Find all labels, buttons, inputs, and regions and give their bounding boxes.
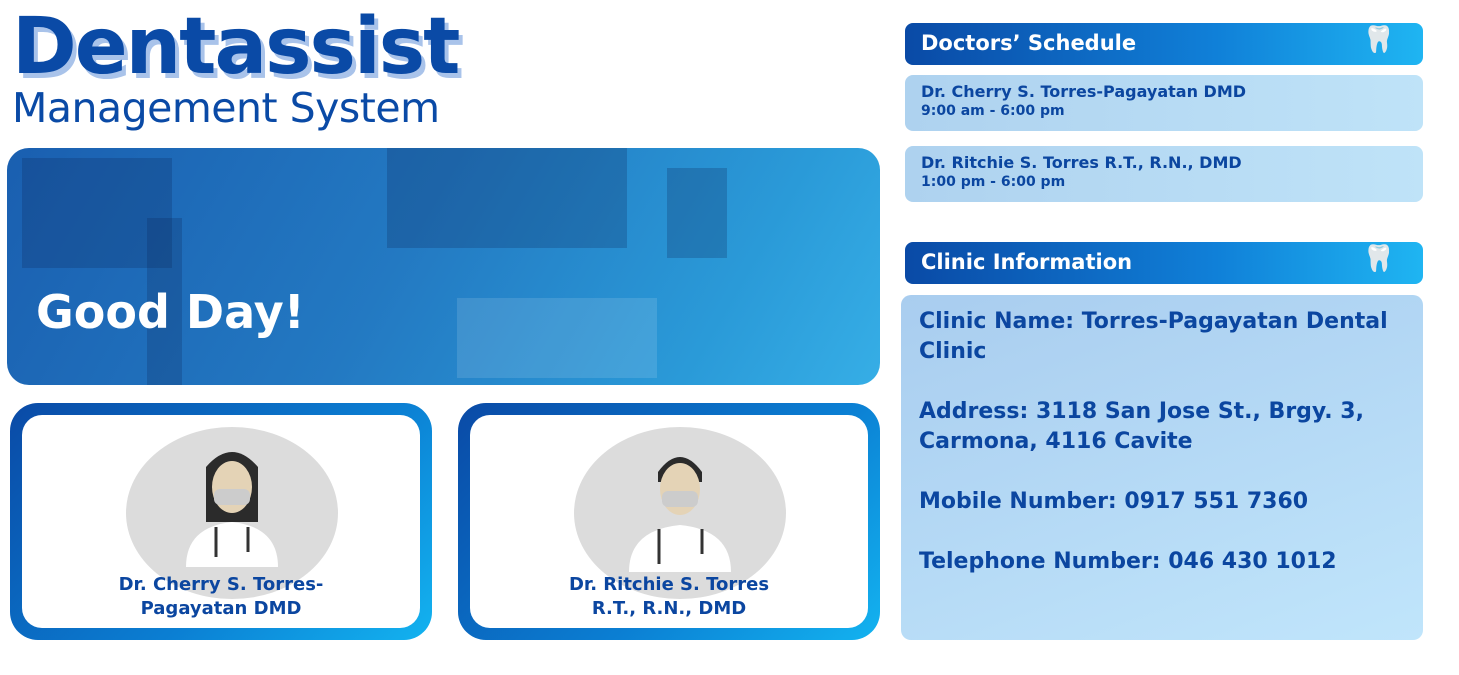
greeting-text: Good Day!	[36, 285, 305, 339]
app-subtitle: Management System	[12, 84, 440, 132]
clinic-info-panel: Clinic Name: Torres-Pagayatan Dental Cli…	[901, 295, 1423, 640]
tooth-icon: 🦷	[1362, 25, 1395, 55]
doctor-card: Dr. Cherry S. Torres- Pagayatan DMD	[10, 403, 432, 640]
schedule-doctor: Dr. Cherry S. Torres-Pagayatan DMD	[921, 82, 1247, 101]
schedule-hours: 9:00 am - 6:00 pm	[921, 103, 1065, 119]
schedule-item: Dr. Ritchie S. Torres R.T., R.N., DMD 1:0…	[905, 146, 1423, 202]
doctor-name: Dr. Ritchie S. Torres	[568, 574, 770, 595]
tooth-icon: 🦷	[1362, 244, 1395, 274]
clinic-mobile: Mobile Number: 0917 551 7360	[919, 489, 1309, 514]
clinic-info-title: Clinic Information	[921, 250, 1133, 274]
doctor-name-cont: Pagayatan DMD	[140, 598, 302, 619]
clinic-name: Clinic Name: Torres-Pagayatan Dental Cli…	[919, 309, 1388, 364]
schedule-header: Doctors’ Schedule 🦷	[905, 23, 1423, 65]
app-title: Dentassist	[12, 2, 460, 92]
schedule-doctor: Dr. Ritchie S. Torres R.T., R.N., DMD	[921, 153, 1242, 172]
doctor-name: Dr. Cherry S. Torres-	[118, 574, 324, 595]
schedule-title: Doctors’ Schedule	[921, 31, 1137, 55]
clinic-telephone: Telephone Number: 046 430 1012	[919, 549, 1337, 574]
doctor-card: Dr. Ritchie S. Torres R.T., R.N., DMD	[458, 403, 880, 640]
clinic-info-header: Clinic Information 🦷	[905, 242, 1423, 284]
schedule-item: Dr. Cherry S. Torres-Pagayatan DMD 9:00 a…	[905, 75, 1423, 131]
doctor-name-cont: R.T., R.N., DMD	[591, 598, 747, 619]
schedule-hours: 1:00 pm - 6:00 pm	[921, 174, 1066, 190]
clinic-address: Address: 3118 San Jose St., Brgy. 3, Car…	[919, 399, 1364, 454]
welcome-banner	[7, 148, 880, 385]
